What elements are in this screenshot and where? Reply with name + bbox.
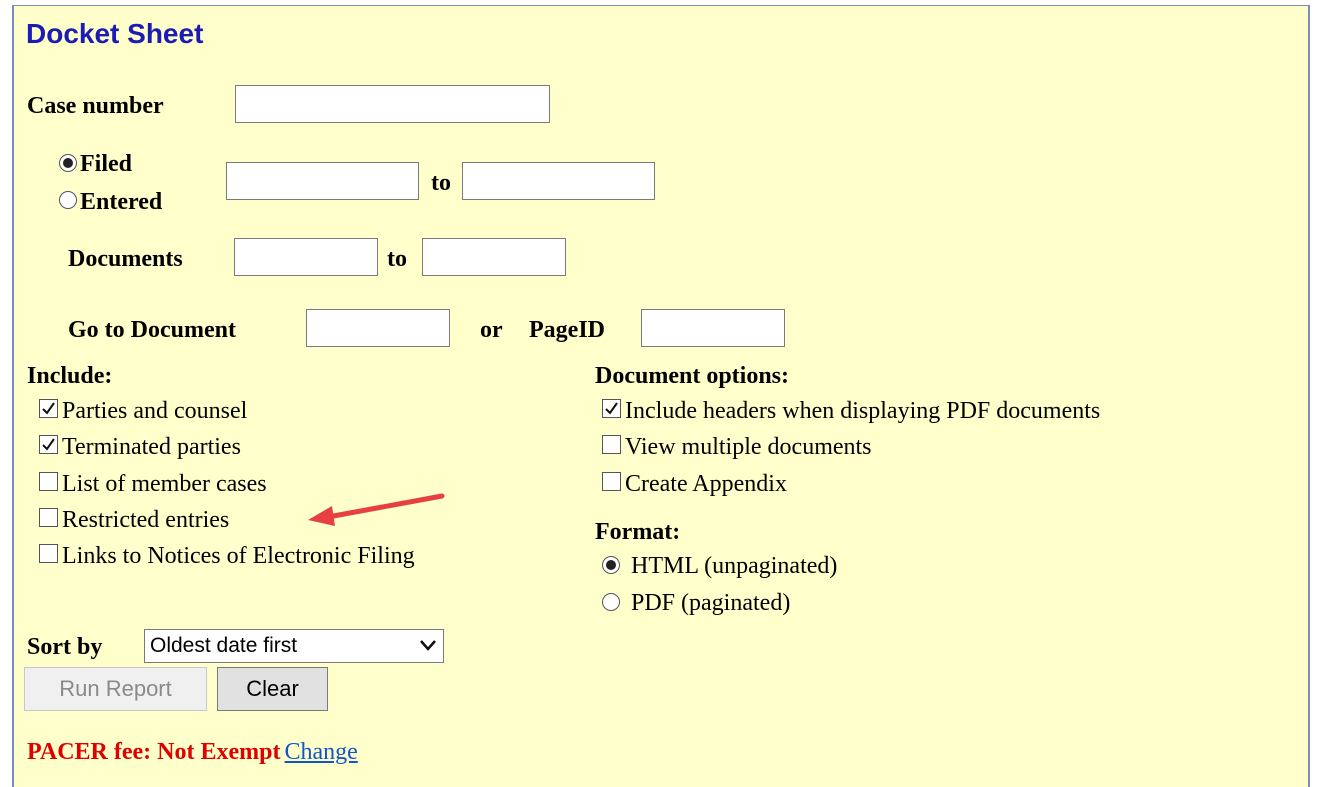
parties-and-counsel-label: Parties and counsel <box>62 398 248 424</box>
pacer-fee-status: PACER fee: Not Exempt <box>27 739 281 765</box>
page-title: Docket Sheet <box>26 18 204 49</box>
include-headers-checkbox[interactable] <box>602 399 621 418</box>
pageid-input[interactable] <box>641 309 785 347</box>
change-fee-link[interactable]: Change <box>285 739 358 765</box>
documents-to-input[interactable] <box>422 238 566 276</box>
date-to-label: to <box>431 170 451 196</box>
format-heading: Format: <box>595 519 681 545</box>
red-arrow-icon <box>308 493 445 526</box>
notices-of-electronic-filing-checkbox[interactable] <box>39 544 58 563</box>
restricted-entries-checkbox[interactable] <box>39 508 58 527</box>
documents-to-label: to <box>387 246 407 272</box>
format-html-label: HTML (unpaginated) <box>631 553 838 579</box>
parties-and-counsel-checkbox[interactable] <box>39 399 58 418</box>
case-number-label: Case number <box>27 93 164 119</box>
pacer-fee-line: PACER fee: Not Exempt Change <box>27 739 358 766</box>
checkmark-icon <box>42 402 55 415</box>
entered-label: Entered <box>80 189 163 215</box>
notices-of-electronic-filing-label: Links to Notices of Electronic Filing <box>62 543 415 569</box>
sort-by-value: Oldest date first <box>150 634 298 657</box>
entered-radio[interactable] <box>59 191 77 209</box>
sort-by-label: Sort by <box>27 634 103 660</box>
chevron-down-icon <box>420 640 436 651</box>
date-from-input[interactable] <box>226 162 419 200</box>
document-options-heading: Document options: <box>595 363 790 389</box>
member-cases-label: List of member cases <box>62 471 267 497</box>
documents-from-input[interactable] <box>234 238 378 276</box>
filed-radio[interactable] <box>59 154 77 172</box>
sort-by-select[interactable]: Oldest date first <box>144 629 444 663</box>
case-number-input[interactable] <box>235 85 550 123</box>
or-label: or <box>480 317 503 343</box>
checkmark-icon <box>42 438 55 451</box>
date-to-input[interactable] <box>462 162 655 200</box>
create-appendix-label: Create Appendix <box>625 471 787 497</box>
docket-sheet-form: Docket Sheet Case number Filed Entered t… <box>12 5 1310 787</box>
terminated-parties-checkbox[interactable] <box>39 435 58 454</box>
documents-label: Documents <box>68 246 183 272</box>
include-heading: Include: <box>27 363 113 389</box>
pageid-label: PageID <box>529 317 605 343</box>
view-multiple-documents-label: View multiple documents <box>625 434 872 460</box>
include-headers-label: Include headers when displaying PDF docu… <box>625 398 1101 424</box>
run-report-button[interactable]: Run Report <box>24 667 207 711</box>
clear-button[interactable]: Clear <box>217 667 328 711</box>
terminated-parties-label: Terminated parties <box>62 434 241 460</box>
member-cases-checkbox[interactable] <box>39 472 58 491</box>
create-appendix-checkbox[interactable] <box>602 472 621 491</box>
filed-label: Filed <box>80 151 132 177</box>
format-pdf-radio[interactable] <box>602 593 620 611</box>
format-html-radio[interactable] <box>602 556 620 574</box>
view-multiple-documents-checkbox[interactable] <box>602 435 621 454</box>
go-to-document-label: Go to Document <box>68 317 236 343</box>
format-pdf-label: PDF (paginated) <box>631 590 791 616</box>
go-to-document-input[interactable] <box>306 309 450 347</box>
restricted-entries-label: Restricted entries <box>62 507 230 533</box>
checkmark-icon <box>605 402 618 415</box>
